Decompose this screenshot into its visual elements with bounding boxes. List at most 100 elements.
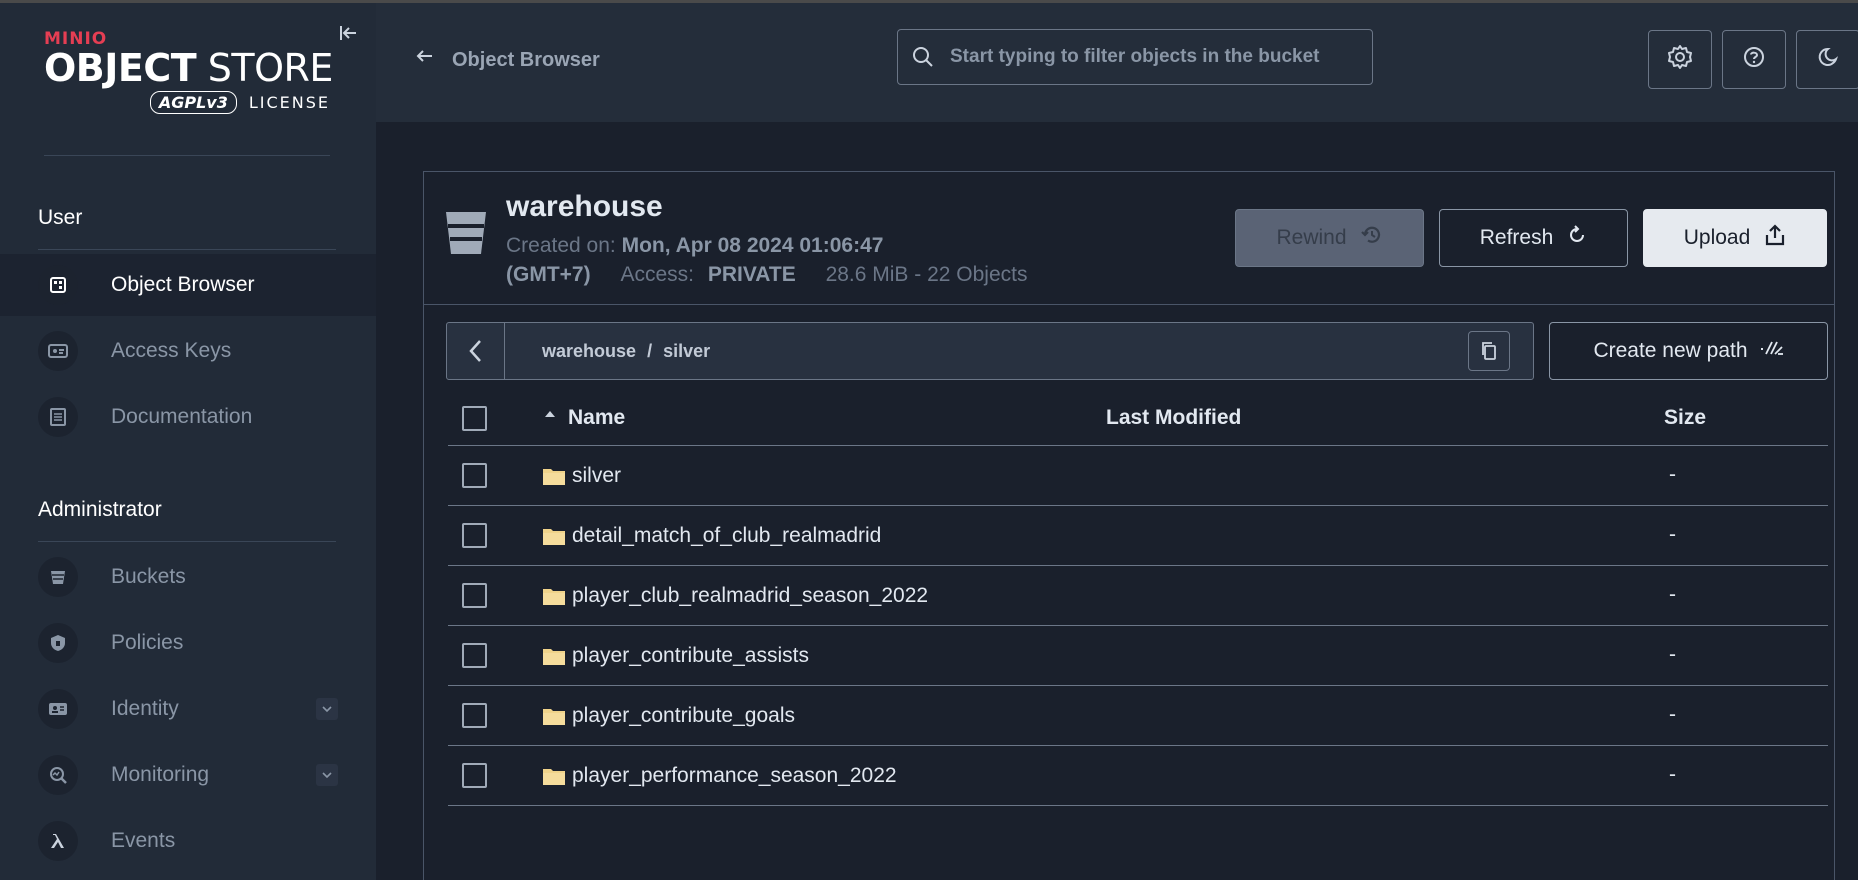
upload-label: Upload [1683,226,1751,249]
bucket-icon [444,210,488,261]
object-size: - [1669,523,1676,546]
breadcrumb-folder[interactable]: silver [663,341,710,361]
user-section-label: User [38,206,83,229]
row-checkbox[interactable] [462,583,487,608]
object-name: player_contribute_goals [572,704,795,727]
table-row[interactable]: player_contribute_goals - [448,686,1828,746]
user-section-divider [38,249,336,250]
sidebar: MINIO OBJECT STORE AGPLv3 LICENSE User O… [0,3,376,880]
object-filter-search[interactable] [897,29,1373,85]
path-back-button[interactable] [447,323,505,379]
table-row[interactable]: player_performance_season_2022 - [448,746,1828,806]
rewind-label: Rewind [1276,226,1347,249]
sidebar-item-label: Policies [111,631,184,654]
help-icon [1742,45,1766,74]
search-input[interactable] [950,30,1360,84]
refresh-button[interactable]: Refresh [1439,209,1628,267]
table-row[interactable]: silver - [448,446,1828,506]
sidebar-item-label: Identity [111,697,179,720]
chevron-down-icon[interactable] [316,764,338,786]
column-header-name[interactable]: Name [568,406,625,430]
object-name-cell: player_contribute_goals [542,704,795,728]
new-path-icon [1760,339,1784,363]
sidebar-item-monitoring[interactable]: Monitoring [0,744,376,806]
upload-button[interactable]: Upload [1643,209,1827,267]
theme-toggle-button[interactable] [1796,30,1858,89]
identity-icon [38,689,78,729]
object-size: - [1669,463,1676,486]
sidebar-item-object-browser[interactable]: Object Browser [0,254,376,316]
back-arrow-icon[interactable] [416,49,434,63]
created-label: Created on: [506,234,616,257]
bucket-info-header: warehouse Created on: Mon, Apr 08 2024 0… [424,172,1834,305]
sidebar-item-buckets[interactable]: Buckets [0,546,376,608]
logo-license-row: AGPLv3 LICENSE [44,91,344,114]
settings-button[interactable] [1648,30,1712,89]
search-icon [912,46,934,73]
select-all-checkbox[interactable] [462,406,487,431]
table-header: Name Last Modified Size [448,390,1828,446]
collapse-sidebar-icon[interactable] [338,23,362,47]
lambda-icon [38,821,78,861]
object-size: - [1669,643,1676,666]
row-checkbox[interactable] [462,463,487,488]
refresh-icon [1567,225,1587,251]
admin-section-divider [38,541,336,542]
row-checkbox[interactable] [462,763,487,788]
minio-logo[interactable]: MINIO OBJECT STORE AGPLv3 LICENSE [44,29,344,124]
breadcrumb-separator: / [647,341,653,361]
table-row[interactable]: detail_match_of_club_realmadrid - [448,506,1828,566]
license-label: LICENSE [248,93,330,112]
sidebar-item-policies[interactable]: Policies [0,612,376,674]
object-name: player_performance_season_2022 [572,764,897,787]
bucket-meta: (GMT+7) Access: PRIVATE 28.6 MiB - 22 Ob… [506,263,1027,287]
object-size: - [1669,583,1676,606]
folder-icon [543,529,565,545]
logo-divider [44,155,330,156]
access-value: PRIVATE [707,263,796,286]
object-browser-panel: warehouse Created on: Mon, Apr 08 2024 0… [423,171,1835,880]
rewind-button[interactable]: Rewind [1235,209,1424,267]
sidebar-item-events[interactable]: Events [0,810,376,872]
create-new-path-button[interactable]: Create new path [1549,322,1828,380]
upload-icon [1764,224,1786,252]
object-name-cell: player_club_realmadrid_season_2022 [542,584,928,608]
object-name: detail_match_of_club_realmadrid [572,524,882,547]
sidebar-item-identity[interactable]: Identity [0,678,376,740]
copy-path-button[interactable] [1468,331,1510,371]
row-checkbox[interactable] [462,523,487,548]
objects-table: Name Last Modified Size silver - detail_… [448,390,1828,806]
sidebar-item-access-keys[interactable]: Access Keys [0,320,376,382]
sort-ascending-icon[interactable] [543,406,557,424]
breadcrumb-bucket[interactable]: warehouse [542,341,636,361]
timezone: (GMT+7) [506,263,591,286]
table-row[interactable]: player_contribute_assists - [448,626,1828,686]
create-path-label: Create new path [1593,339,1748,362]
object-name-cell: player_contribute_assists [542,644,809,668]
gear-icon [1666,43,1694,76]
object-name: player_club_realmadrid_season_2022 [572,584,929,607]
folder-icon [543,469,565,485]
table-row[interactable]: player_club_realmadrid_season_2022 - [448,566,1828,626]
sidebar-item-label: Monitoring [111,763,210,786]
object-size: - [1669,763,1676,786]
column-header-last-modified[interactable]: Last Modified [1106,406,1241,430]
row-checkbox[interactable] [462,643,487,668]
folder-icon [543,649,565,665]
history-icon [1360,224,1383,252]
object-name-cell: player_performance_season_2022 [542,764,897,788]
sidebar-item-documentation[interactable]: Documentation [0,386,376,448]
help-button[interactable] [1722,30,1786,89]
breadcrumb-path: warehouse / silver [542,341,710,362]
object-name-cell: detail_match_of_club_realmadrid [542,524,881,548]
bucket-name: warehouse [506,190,663,223]
chevron-down-icon[interactable] [316,698,338,720]
row-checkbox[interactable] [462,703,487,728]
bucket-icon [38,557,78,597]
logo-object-word: OBJECT [44,46,197,90]
documentation-icon [38,397,78,437]
folder-icon [543,769,565,785]
folder-icon [543,589,565,605]
column-header-size[interactable]: Size [1664,406,1706,430]
sidebar-item-label: Events [111,829,176,852]
